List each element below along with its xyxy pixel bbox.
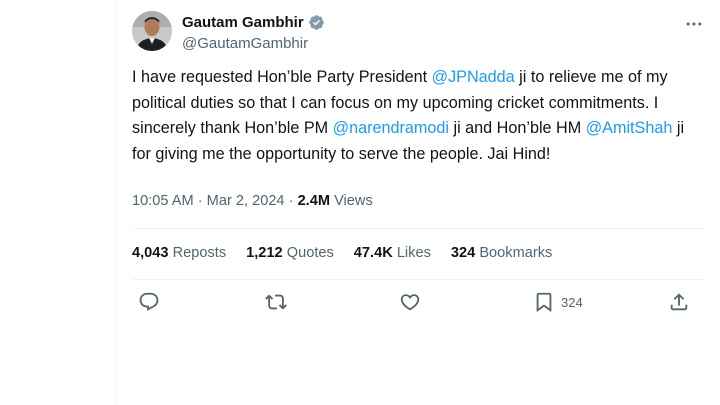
- divider: [132, 279, 705, 280]
- meta-separator: ·: [197, 193, 203, 209]
- reply-button[interactable]: [138, 290, 160, 314]
- more-options-button[interactable]: [682, 12, 706, 36]
- quotes-count: 1,212: [246, 245, 283, 261]
- repost-icon: [265, 294, 287, 310]
- mention-link[interactable]: @narendramodi: [333, 119, 449, 137]
- action-bar: 324: [132, 282, 705, 322]
- tweet-time[interactable]: 10:05 AM: [132, 193, 194, 209]
- views-count: 2.4M: [297, 193, 331, 209]
- like-icon: [400, 294, 420, 311]
- likes-label: Likes: [396, 245, 431, 261]
- bookmarks-stat[interactable]: 324 Bookmarks: [451, 245, 552, 261]
- views-label: Views: [334, 193, 373, 209]
- user-handle[interactable]: @GautamGambhir: [182, 35, 308, 52]
- reply-icon: [139, 292, 159, 311]
- like-button[interactable]: [399, 290, 421, 314]
- avatar[interactable]: [132, 11, 172, 51]
- mention-link[interactable]: @JPNadda: [432, 68, 515, 86]
- left-column: [0, 0, 117, 405]
- share-icon: [670, 293, 688, 311]
- bookmark-count: 324: [561, 294, 583, 310]
- mention-link[interactable]: @AmitShah: [586, 119, 673, 137]
- meta-separator: ·: [288, 193, 294, 209]
- tweet-text-segment: ji and Hon’ble HM: [448, 119, 586, 137]
- reposts-count: 4,043: [132, 245, 169, 261]
- reposts-stat[interactable]: 4,043 Reposts: [132, 245, 226, 261]
- quotes-label: Quotes: [286, 245, 334, 261]
- likes-count: 47.4K: [353, 245, 393, 261]
- bookmark-icon: [536, 292, 552, 313]
- repost-button[interactable]: [265, 290, 287, 314]
- tweet: Gautam Gambhir @GautamGambhir I have req…: [117, 0, 720, 405]
- engagement-stats: 4,043 Reposts 1,212 Quotes 47.4K Likes 3…: [132, 245, 552, 261]
- name-row: Gautam Gambhir: [182, 14, 325, 31]
- bookmarks-count: 324: [450, 245, 476, 261]
- tweet-text-segment: I have requested Hon’ble Party President: [132, 68, 432, 86]
- tweet-header: Gautam Gambhir @GautamGambhir: [117, 0, 720, 60]
- reposts-label: Reposts: [172, 245, 227, 261]
- more-icon: [686, 22, 702, 26]
- tweet-meta: 10:05 AM · Mar 2, 2024 · 2.4M Views: [132, 193, 373, 209]
- share-button[interactable]: [668, 290, 690, 314]
- display-name[interactable]: Gautam Gambhir: [182, 14, 304, 31]
- bookmarks-label: Bookmarks: [479, 245, 553, 261]
- bookmark-button[interactable]: 324: [533, 290, 583, 314]
- quotes-stat[interactable]: 1,212 Quotes: [246, 245, 334, 261]
- verified-badge-icon: [308, 14, 325, 31]
- tweet-text: I have requested Hon’ble Party President…: [132, 65, 702, 167]
- divider: [132, 228, 705, 229]
- tweet-date[interactable]: Mar 2, 2024: [207, 193, 285, 209]
- avatar-image: [132, 11, 172, 51]
- likes-stat[interactable]: 47.4K Likes: [354, 245, 431, 261]
